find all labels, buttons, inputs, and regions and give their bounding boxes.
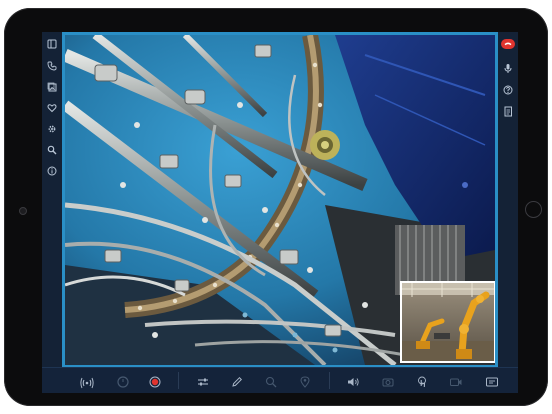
- right-toolbar: [498, 32, 518, 368]
- self-view-pip[interactable]: [400, 281, 495, 363]
- tablet-frame: [4, 8, 548, 406]
- touch-icon[interactable]: [415, 374, 429, 388]
- gear-icon[interactable]: [45, 124, 59, 134]
- help-icon[interactable]: [501, 85, 515, 95]
- camera-icon: [381, 374, 395, 388]
- record-icon: [149, 376, 161, 388]
- phone-icon[interactable]: [45, 61, 59, 71]
- end-call-icon: [504, 42, 512, 46]
- zoom-icon: [264, 374, 278, 388]
- pin-icon: [298, 374, 312, 388]
- document-icon[interactable]: [501, 106, 515, 117]
- speaker-icon[interactable]: [346, 374, 360, 388]
- app-screen: [42, 32, 518, 393]
- signal-icon[interactable]: [80, 374, 94, 389]
- bottom-toolbar: [42, 367, 518, 393]
- video-icon: [449, 374, 463, 388]
- microphone-icon[interactable]: [501, 63, 515, 74]
- timer-icon: [116, 374, 130, 388]
- home-button[interactable]: [525, 201, 542, 218]
- left-toolbar: [42, 32, 62, 368]
- info-icon[interactable]: [45, 166, 59, 176]
- search-icon[interactable]: [45, 145, 59, 155]
- factory-robot-video: [402, 283, 494, 361]
- heart-icon[interactable]: [45, 103, 59, 113]
- screen-share-icon[interactable]: [485, 374, 499, 388]
- toolbar-separator: [178, 372, 179, 389]
- tablet-camera: [19, 207, 27, 215]
- record-button[interactable]: [148, 374, 162, 388]
- end-call-button[interactable]: [501, 39, 515, 49]
- toolbar-separator: [329, 372, 330, 389]
- video-feed[interactable]: [62, 32, 498, 368]
- pencil-icon[interactable]: [230, 374, 244, 388]
- adjustments-icon[interactable]: [196, 374, 210, 388]
- sidebar-panel-icon[interactable]: [45, 39, 59, 49]
- gallery-icon[interactable]: [45, 82, 59, 92]
